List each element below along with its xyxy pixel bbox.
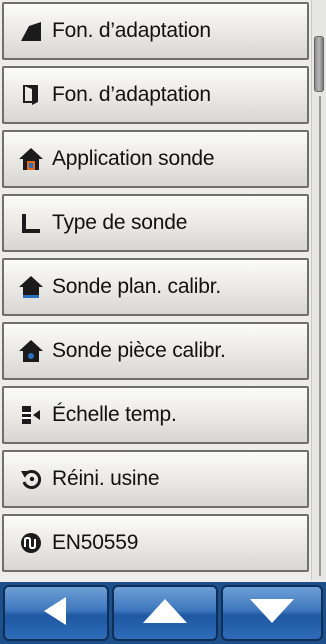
door-icon: [18, 82, 44, 108]
scrollbar-thumb[interactable]: [314, 36, 324, 92]
menu-item-label: Application sonde: [52, 147, 215, 170]
scroll-down-button[interactable]: [221, 585, 323, 641]
menu-item-floor-sensor-calibration[interactable]: Sonde plan. calibr.: [2, 258, 309, 316]
menu-item-label: Échelle temp.: [52, 403, 177, 426]
menu-item-label: Sonde pièce calibr.: [52, 339, 226, 362]
menu-item-label: Fon. d’adaptation: [52, 19, 211, 42]
scrollbar[interactable]: [311, 0, 326, 580]
window-open-icon: [18, 18, 44, 44]
reset-icon: [18, 466, 44, 492]
temperature-scale-icon: [18, 402, 44, 428]
menu-item-label: EN50559: [52, 531, 139, 554]
menu-item-label: Réini. usine: [52, 467, 160, 490]
left-arrow-icon: [36, 591, 76, 636]
menu-item-window-adaptation[interactable]: Fon. d’adaptation: [2, 2, 309, 60]
menu-item-label: Sonde plan. calibr.: [52, 275, 221, 298]
menu-item-factory-reset[interactable]: Réini. usine: [2, 450, 309, 508]
menu-item-label: Type de sonde: [52, 211, 188, 234]
scroll-up-button[interactable]: [112, 585, 218, 641]
menu-item-sensor-type[interactable]: Type de sonde: [2, 194, 309, 252]
menu-item-label: Fon. d’adaptation: [52, 83, 211, 106]
menu-item-room-sensor-calibration[interactable]: Sonde pièce calibr.: [2, 322, 309, 380]
menu-item-sensor-application[interactable]: Application sonde: [2, 130, 309, 188]
menu-item-door-adaptation[interactable]: Fon. d’adaptation: [2, 66, 309, 124]
menu-item-temperature-scale[interactable]: Échelle temp.: [2, 386, 309, 444]
up-arrow-icon: [139, 591, 191, 636]
bottom-nav-bar: [0, 582, 326, 644]
house-floor-icon: [18, 274, 44, 300]
house-room-icon: [18, 338, 44, 364]
down-arrow-icon: [246, 591, 298, 636]
house-thermometer-icon: [18, 146, 44, 172]
sensor-probe-icon: [18, 210, 44, 236]
scrollbar-track-line: [319, 96, 321, 576]
menu-item-en50559[interactable]: EN50559: [2, 514, 309, 572]
back-button[interactable]: [3, 585, 109, 641]
en50559-icon: [18, 530, 44, 556]
